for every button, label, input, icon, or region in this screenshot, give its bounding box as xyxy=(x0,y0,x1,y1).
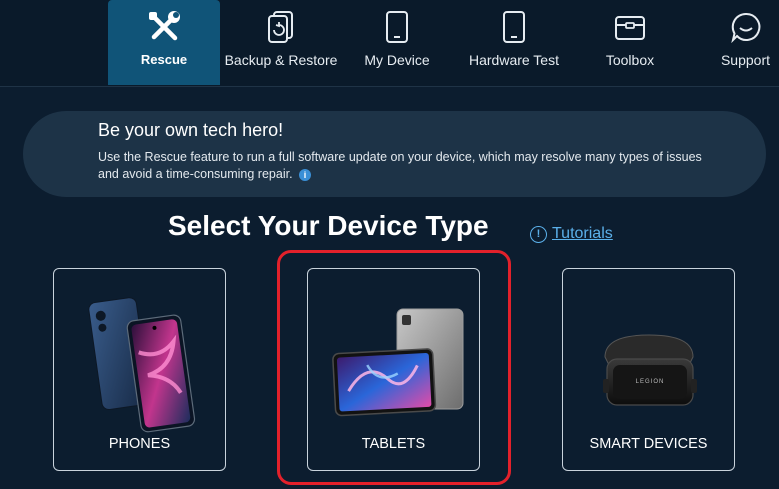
tab-toolbox-label: Toolbox xyxy=(605,52,655,68)
backup-restore-icon xyxy=(261,8,301,46)
hero-description: Use the Rescue feature to run a full sof… xyxy=(98,149,718,183)
page-title: Select Your Device Type xyxy=(168,210,489,241)
top-navigation: Rescue Backup & Restore My Device Hardwa… xyxy=(0,0,779,87)
tab-support-label: Support xyxy=(720,52,771,68)
tab-toolbox[interactable]: Toolbox xyxy=(590,0,670,85)
hero-banner: Be your own tech hero! Use the Rescue fe… xyxy=(23,111,766,197)
chat-support-icon xyxy=(726,8,766,46)
tab-my-device-label: My Device xyxy=(364,52,430,68)
tab-backup-restore-label: Backup & Restore xyxy=(224,52,338,68)
phone-illustration xyxy=(88,297,196,433)
phone-test-icon xyxy=(494,8,534,46)
tab-hardware-test[interactable]: Hardware Test xyxy=(463,0,565,85)
tab-my-device[interactable]: My Device xyxy=(354,0,440,85)
device-card-label: TABLETS xyxy=(361,436,426,452)
legion-logo: LEGION xyxy=(636,379,665,385)
tab-rescue[interactable]: Rescue xyxy=(108,0,220,85)
wrench-screwdriver-icon xyxy=(144,8,184,46)
device-card-phones[interactable]: PHONES xyxy=(53,268,226,471)
device-card-label: PHONES xyxy=(108,436,171,452)
tutorials-link[interactable]: ! Tutorials xyxy=(530,225,613,243)
hero-description-text: Use the Rescue feature to run a full sof… xyxy=(98,150,702,181)
device-card-tablets[interactable]: TABLETS xyxy=(307,268,480,471)
toolbox-icon xyxy=(610,8,650,46)
tablet-illustration xyxy=(332,308,464,417)
vr-headset-illustration: LEGION xyxy=(603,334,697,406)
tab-rescue-label: Rescue xyxy=(140,52,188,67)
phone-icon xyxy=(377,8,417,46)
tab-hardware-test-label: Hardware Test xyxy=(468,52,559,68)
info-icon[interactable]: i xyxy=(299,168,312,181)
device-card-label: SMART DEVICES xyxy=(589,436,708,452)
tutorials-label: Tutorials xyxy=(552,225,613,242)
info-circle-icon: ! xyxy=(530,225,547,243)
device-card-smart-devices[interactable]: LEGION SMART DEVICES xyxy=(562,268,735,471)
hero-title: Be your own tech hero! xyxy=(98,120,284,140)
tab-support[interactable]: Support xyxy=(712,0,779,85)
tab-backup-restore[interactable]: Backup & Restore xyxy=(222,0,340,85)
